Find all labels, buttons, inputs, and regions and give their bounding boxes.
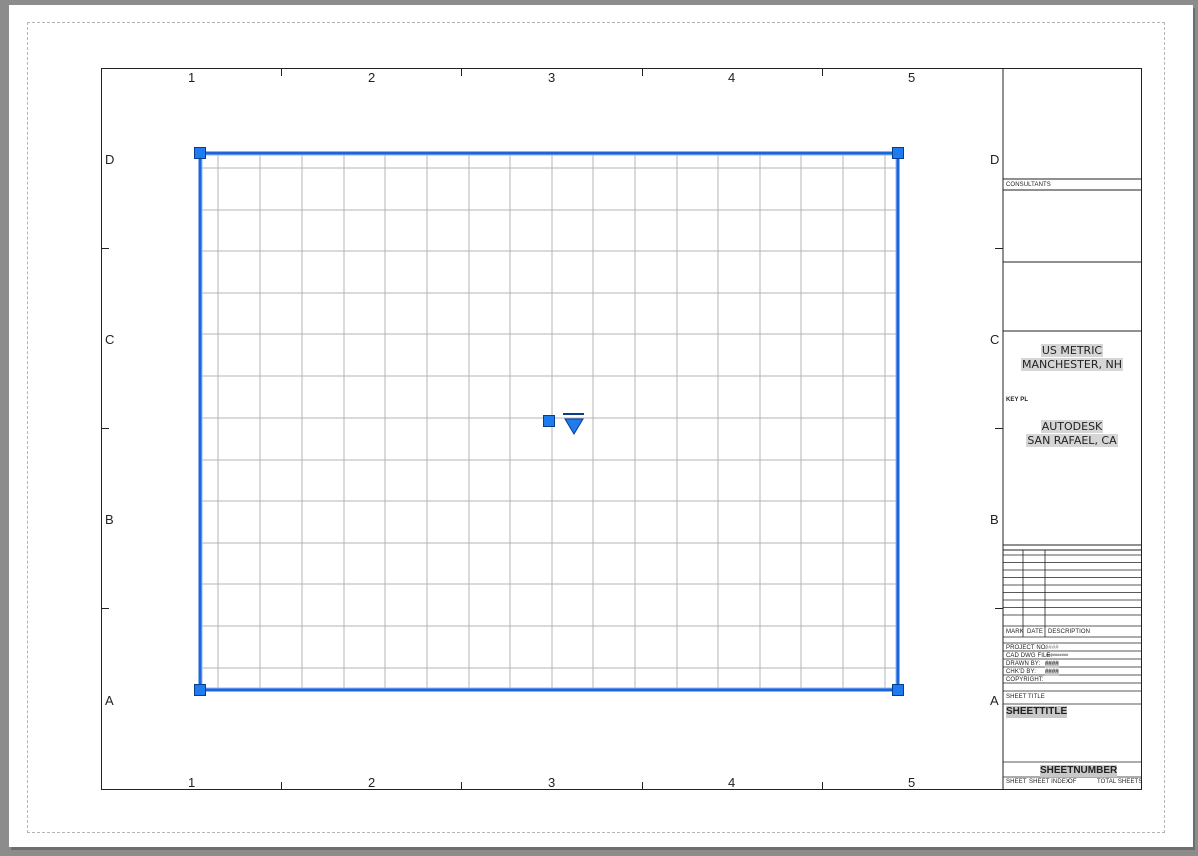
client-name: AUTODESK <box>1040 420 1104 433</box>
client-address: AUTODESK SAN RAFAEL, CA <box>1003 420 1141 448</box>
checked-by-label: CHK'D BY: <box>1006 669 1037 675</box>
sheet-title-label: SHEET TITLE <box>1006 694 1045 700</box>
copyright-label: COPYRIGHT: <box>1006 677 1044 683</box>
viewport-corner-grip-bottom-left[interactable] <box>194 684 206 696</box>
square-grip-icon[interactable] <box>543 415 555 427</box>
viewport-corner-grip-top-right[interactable] <box>892 147 904 159</box>
company-address: US METRIC MANCHESTER, NH <box>1003 344 1141 372</box>
consultants-label: CONSULTANTS <box>1006 182 1051 188</box>
revision-header-description: DESCRIPTION <box>1048 629 1091 635</box>
client-location: SAN RAFAEL, CA <box>1026 434 1118 447</box>
triangle-lookup-grip-icon[interactable] <box>563 413 584 435</box>
total-sheets-label: TOTAL SHEETS <box>1097 779 1143 785</box>
sheet-label: SHEET <box>1006 779 1027 785</box>
key-plan-label: KEY PL <box>1006 397 1029 403</box>
sheet-number-value: SHEETNUMBER <box>1040 765 1118 777</box>
sheet-title-value: SHEETTITLE <box>1006 706 1068 718</box>
revisions-table-lines <box>1003 554 1142 616</box>
revision-header-date: DATE <box>1027 629 1043 635</box>
drawn-by-label: DRAWN BY: <box>1006 661 1041 667</box>
company-location: MANCHESTER, NH <box>1021 358 1123 371</box>
drawn-by-value: #### <box>1045 661 1059 668</box>
cad-file-value: ########## <box>1046 652 1069 657</box>
viewport-corner-grip-top-left[interactable] <box>194 147 206 159</box>
company-name: US METRIC <box>1040 344 1104 357</box>
project-no-value: #### <box>1045 645 1059 651</box>
revision-header-mark: MARK <box>1006 629 1024 635</box>
sheet-index-label: SHEET INDEX <box>1029 779 1070 785</box>
checked-by-value: #### <box>1045 669 1059 676</box>
viewport-corner-grip-bottom-right[interactable] <box>892 684 904 696</box>
of-label: OF <box>1068 779 1077 785</box>
project-no-label: PROJECT NO: <box>1006 645 1048 651</box>
